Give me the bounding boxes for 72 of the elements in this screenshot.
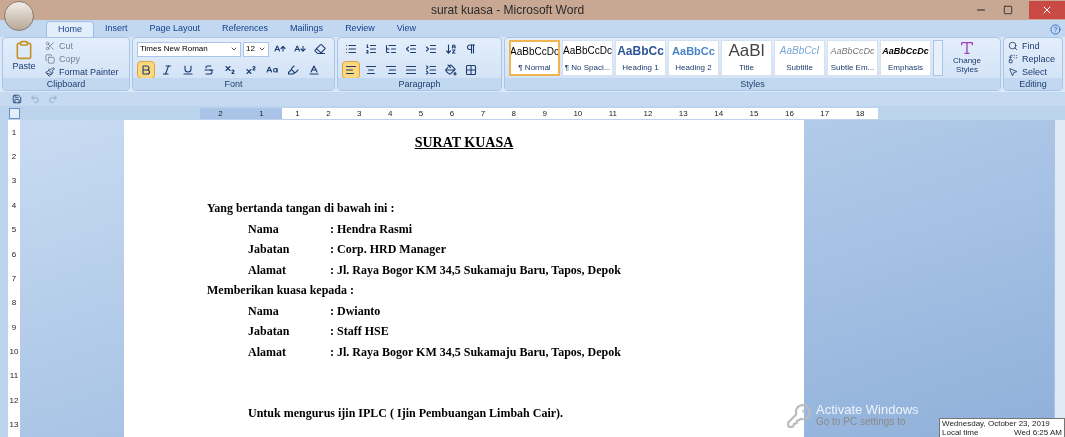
style-gallery-item[interactable]: AaBbCcI Subtitle	[774, 40, 825, 76]
ribbon-tab[interactable]: Review	[334, 21, 386, 37]
activation-title: Activate Windows	[816, 404, 919, 416]
editing-action[interactable]: Find	[1008, 40, 1056, 52]
field-value: : Jl. Raya Bogor KM 34,5 Sukamaju Baru, Tapos, Depok	[330, 343, 621, 361]
font-size-field[interactable]: 12	[243, 41, 269, 57]
style-gallery-item[interactable]: AaBbCcDc Subtle Em...	[827, 40, 878, 76]
tooltip-date: Wednesday, October 23, 2019	[942, 419, 1051, 428]
close-icon	[1041, 4, 1053, 16]
style-gallery-item[interactable]: AaBl Title	[721, 40, 772, 76]
style-gallery-item[interactable]: AaBbCcDc ¶ Normal	[509, 40, 560, 76]
bold-icon[interactable]	[137, 61, 155, 78]
tooltip-label: Local time	[942, 428, 979, 437]
document-heading: SURAT KUASA	[414, 134, 514, 152]
copy-icon	[45, 54, 55, 64]
vertical-ruler: 1 2 3 4 5 6 7 8 9 10 11 12 13	[8, 120, 20, 437]
group-label: Font	[133, 78, 334, 90]
document-text: Untuk mengurus ijin IPLC ( Ijin Pembuangan Limbah Cair).	[248, 406, 564, 420]
style-gallery-item[interactable]: AaBbCcDc ¶ No Spaci...	[562, 40, 613, 76]
group-label: Editing	[1004, 78, 1062, 90]
field-value: : Corp. HRD Manager	[330, 241, 446, 258]
tooltip-time: Wed 6:25 AM	[1014, 428, 1062, 437]
shading-icon[interactable]	[442, 61, 460, 78]
office-button-icon[interactable]	[4, 1, 34, 31]
field-label: Alamat	[248, 261, 287, 279]
editing-action[interactable]: Select	[1008, 66, 1056, 78]
group-label: Styles	[505, 78, 1000, 90]
document-text: Memberikan kuasa kepada :	[207, 283, 355, 297]
ribbon-tab[interactable]: Mailings	[279, 21, 335, 37]
activation-text: Go to PC settings to	[816, 416, 907, 428]
help-icon[interactable]	[1050, 24, 1061, 35]
horizontal-ruler: 2 1 1 2 3 4 5 6 7 8 9 10 11 12 13 14 15 16 17 18	[200, 107, 878, 119]
align-left-icon[interactable]	[342, 61, 360, 78]
style-gallery-item[interactable]: AaBbCcDc Emphasis	[880, 40, 931, 76]
search-icon	[1008, 41, 1018, 51]
clipboard-action[interactable]: Format Painter	[45, 66, 119, 78]
dropdown-caret-icon	[258, 45, 266, 53]
field-label: Jabatan	[248, 241, 291, 258]
clipboard-action[interactable]: Cut	[45, 40, 119, 52]
field-label: Jabatan	[248, 323, 291, 340]
field-value: : Staff HSE	[330, 323, 389, 340]
style-gallery-item[interactable]: AaBbCc Heading 1	[615, 40, 666, 76]
save-icon[interactable]	[12, 94, 22, 104]
key-icon	[786, 403, 812, 429]
editing-action[interactable]: Replace	[1008, 53, 1056, 65]
ribbon-tab[interactable]: Home	[46, 21, 94, 37]
restore-icon[interactable]	[1003, 5, 1013, 15]
ribbon-tab[interactable]: Insert	[94, 21, 139, 37]
ribbon-tab[interactable]: References	[211, 21, 280, 37]
replace-icon	[1008, 54, 1018, 64]
clipboard-icon	[14, 40, 34, 60]
style-gallery-item[interactable]: AaBbCc Heading 2	[668, 40, 719, 76]
field-value: : Jl. Raya Bogor KM 34,5 Sukamaju Baru, Tapos, Depok	[330, 261, 621, 279]
document-text: Yang bertanda tangan di bawah ini :	[207, 201, 395, 215]
group-label: Clipboard	[3, 78, 129, 90]
font-name-field[interactable]: Times New Roman	[137, 41, 241, 57]
field-label: Nama	[248, 220, 280, 238]
field-value: : Dwianto	[330, 302, 381, 320]
dropdown-caret-icon	[230, 45, 238, 53]
field-label: Alamat	[248, 343, 287, 361]
cursor-icon	[1008, 67, 1018, 77]
scissors-icon	[45, 41, 55, 51]
ribbon-tab[interactable]: View	[385, 21, 427, 37]
ribbon-tab[interactable]: Page Layout	[138, 21, 212, 37]
field-value: : Hendra Rasmi	[330, 220, 412, 238]
field-label: Nama	[248, 302, 280, 320]
change-styles-button[interactable]: Change Styles	[945, 40, 989, 78]
window-title: surat kuasa - Microsoft Word	[429, 2, 586, 19]
paste-button[interactable]: Paste	[7, 40, 41, 78]
group-label: Paragraph	[338, 78, 501, 90]
tab-selector-icon[interactable]	[9, 107, 20, 119]
paintbrush-icon	[45, 67, 55, 77]
